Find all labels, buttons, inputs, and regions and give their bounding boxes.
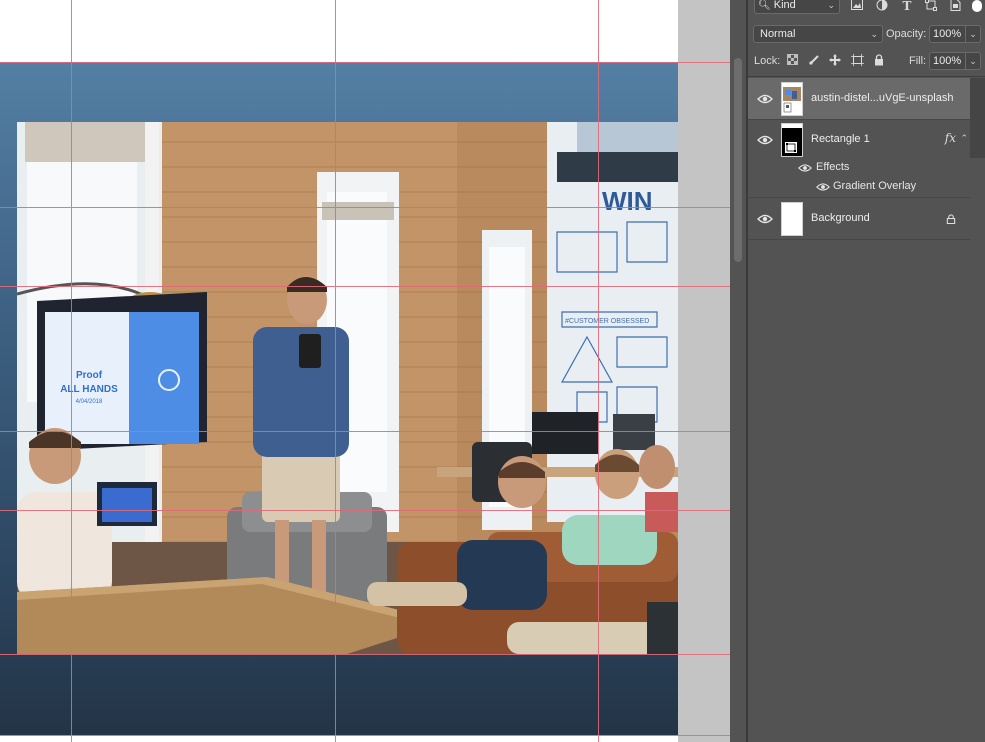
screen-text-1: Proof xyxy=(76,370,103,381)
office-meeting-photo: WIN #CUSTOMER OBSESSED Proof ALL HANDS 4… xyxy=(17,122,678,654)
lock-transparent-pixels-icon[interactable] xyxy=(785,54,799,68)
gradient-overlay-eye-icon[interactable] xyxy=(816,182,830,192)
effects-eye-icon[interactable] xyxy=(798,163,812,173)
layer-row-rectangle[interactable]: Rectangle 1 fx ⌃ Effects Gradient Overla… xyxy=(748,120,970,198)
poster-text: #CUSTOMER OBSESSED xyxy=(565,318,649,325)
screen-text-2: ALL HANDS xyxy=(60,384,118,395)
lock-position-icon[interactable] xyxy=(828,54,842,68)
chevron-down-icon: ⌄ xyxy=(827,0,835,10)
canvas-vertical-scrollbar[interactable] xyxy=(730,0,746,742)
type-filter-icon[interactable]: T xyxy=(900,0,914,13)
layer-thumbnail xyxy=(781,82,803,116)
lock-row: Lock: Fill: 100% ⌄ xyxy=(748,52,985,72)
shape-filter-icon[interactable] xyxy=(924,0,938,13)
effects-label[interactable]: Effects xyxy=(816,160,849,174)
layer-name[interactable]: austin-distel...uVgE-unsplash xyxy=(811,91,953,105)
lock-label: Lock: xyxy=(754,55,781,67)
document-canvas[interactable]: WIN #CUSTOMER OBSESSED Proof ALL HANDS 4… xyxy=(0,0,730,742)
adjustment-filter-icon[interactable] xyxy=(875,0,889,13)
image-filter-icon[interactable] xyxy=(850,0,864,13)
visibility-eye-icon[interactable] xyxy=(757,214,773,224)
blend-row: Normal ⌄ Opacity: 100% ⌄ xyxy=(748,24,985,44)
opacity-value: 100% xyxy=(933,28,962,40)
fill-label: Fill: xyxy=(909,55,927,67)
fill-field[interactable]: 100% ⌄ xyxy=(929,52,981,70)
layer-name[interactable]: Rectangle 1 xyxy=(811,132,870,146)
lock-artboard-icon[interactable] xyxy=(850,54,864,68)
chevron-up-icon[interactable]: ⌃ xyxy=(960,133,968,144)
panel-separator xyxy=(748,76,985,77)
fx-icon[interactable]: fx xyxy=(945,131,956,145)
fill-value: 100% xyxy=(933,55,962,67)
chevron-down-icon[interactable]: ⌄ xyxy=(965,53,980,69)
blend-mode-select[interactable]: Normal ⌄ xyxy=(753,25,883,43)
filter-kind-select[interactable]: 🔍︎ Kind ⌄ xyxy=(754,0,840,14)
layer-row-background[interactable]: Background xyxy=(748,198,970,240)
filter-kind-label: Kind xyxy=(773,0,796,11)
layer-name[interactable]: Background xyxy=(811,211,870,225)
layers-panel: 🔍︎ Kind ⌄ T Normal ⌄ Opacity: 100% ⌄ Loc… xyxy=(748,0,985,742)
lock-image-pixels-icon[interactable] xyxy=(807,54,821,68)
layer-thumbnail xyxy=(781,202,803,236)
smart-object-filter-icon[interactable] xyxy=(948,0,962,13)
scrollbar-thumb[interactable] xyxy=(734,58,742,262)
filter-toggle-switch[interactable] xyxy=(972,0,982,12)
lock-all-icon[interactable] xyxy=(872,54,886,68)
lock-icon[interactable] xyxy=(946,214,956,224)
gradient-overlay-label[interactable]: Gradient Overlay xyxy=(833,179,916,193)
layer-row-photo[interactable]: austin-distel...uVgE-unsplash xyxy=(748,78,970,120)
opacity-field[interactable]: 100% ⌄ xyxy=(929,25,981,43)
wall-text: WIN xyxy=(602,186,653,216)
screen-text-3: 4/04/2018 xyxy=(76,399,103,405)
chevron-down-icon[interactable]: ⌄ xyxy=(965,26,980,42)
chevron-down-icon: ⌄ xyxy=(870,29,878,39)
visibility-eye-icon[interactable] xyxy=(757,94,773,104)
opacity-label: Opacity: xyxy=(886,28,927,40)
visibility-eye-icon[interactable] xyxy=(757,135,773,145)
search-icon: 🔍︎ xyxy=(758,0,771,11)
layers-scrollbar[interactable] xyxy=(970,78,985,158)
blend-mode-value: Normal xyxy=(760,28,796,40)
photoshop-workspace: WIN #CUSTOMER OBSESSED Proof ALL HANDS 4… xyxy=(0,0,985,742)
layer-filter-bar: 🔍︎ Kind ⌄ T xyxy=(748,0,985,18)
layer-thumbnail xyxy=(781,123,803,157)
